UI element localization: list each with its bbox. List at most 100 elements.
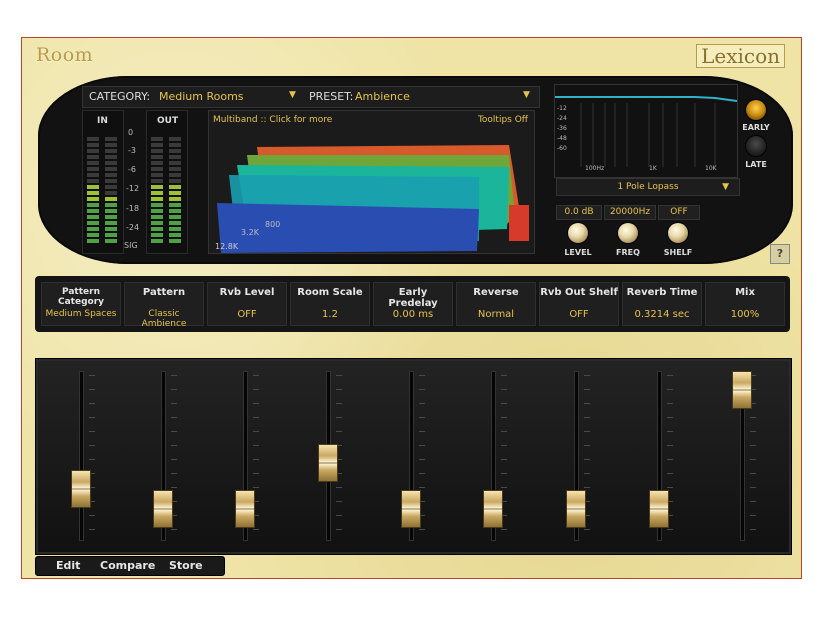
filter-type-value: 1 Pole Lopass [617, 182, 679, 192]
level-label: LEVEL [564, 248, 592, 257]
slider-tick [171, 487, 177, 488]
slider-tick [584, 487, 590, 488]
early-button[interactable] [746, 100, 766, 120]
slider-tick [667, 487, 673, 488]
slider-tick [253, 389, 259, 390]
late-button[interactable] [746, 136, 766, 156]
slider-tick [501, 403, 507, 404]
slider-tick [253, 459, 259, 460]
output-meter-right-bar [169, 137, 181, 245]
slider-tick [750, 473, 756, 474]
slider-tick [501, 445, 507, 446]
slider-tick [89, 515, 95, 516]
filter-dropdown-icon[interactable]: ▼ [722, 179, 729, 195]
slider-tick [501, 529, 507, 530]
slider-tick [584, 403, 590, 404]
param-value: 0.3214 sec [634, 309, 690, 320]
tooltips-toggle[interactable]: Tooltips Off [478, 115, 528, 125]
slider-tick [253, 431, 259, 432]
store-button[interactable]: Store [169, 559, 203, 572]
category-dropdown-icon[interactable]: ▼ [289, 90, 296, 100]
slider-tick [750, 459, 756, 460]
slider-tick [253, 529, 259, 530]
eq-db-48: -48 [557, 135, 567, 142]
slider-tick [667, 403, 673, 404]
slider-tick [336, 375, 342, 376]
slider-handle[interactable] [235, 489, 255, 528]
level-knob[interactable] [568, 223, 588, 243]
param-rvb-out-shelf[interactable]: Rvb Out Shelf OFF [539, 282, 619, 326]
slider-handle[interactable] [71, 470, 91, 508]
slider-tick [89, 431, 95, 432]
param-header: Mix [735, 287, 755, 298]
slider-handle[interactable] [649, 489, 669, 528]
out-label: OUT [157, 116, 179, 126]
help-button[interactable]: ? [770, 244, 790, 264]
freq-knob[interactable] [618, 223, 638, 243]
preset-label: PRESET: [309, 90, 354, 103]
slider-handle[interactable] [566, 489, 586, 528]
slider-tick [419, 459, 425, 460]
param-early-predelay[interactable]: Early Predelay 0.00 ms [373, 282, 453, 326]
param-rvb-level[interactable]: Rvb Level OFF [207, 282, 287, 326]
shelf-value: OFF [658, 205, 700, 220]
param-value: Classic Ambience [141, 309, 187, 329]
slider-handle[interactable] [318, 443, 338, 482]
edit-button[interactable]: Edit [56, 559, 80, 572]
param-pattern-category[interactable]: Pattern Category Medium Spaces [41, 282, 121, 326]
slider-tick [253, 375, 259, 376]
slider-tick [501, 389, 507, 390]
param-value: 1.2 [322, 309, 338, 320]
preset-dropdown-icon[interactable]: ▼ [523, 90, 530, 100]
late-label: LATE [745, 160, 767, 169]
param-pattern[interactable]: Pattern Classic Ambience [124, 282, 204, 329]
param-reverb-time[interactable]: Reverb Time 0.3214 sec [622, 282, 702, 326]
category-select[interactable]: Medium Rooms [159, 90, 244, 103]
axis-3-2k: 3.2K [241, 228, 259, 237]
eq-freq-100hz: 100Hz [585, 165, 605, 172]
slider-tick [419, 403, 425, 404]
multiband-display[interactable]: Multiband :: Click for more Tooltips Off… [208, 110, 535, 254]
slider-tick [419, 431, 425, 432]
early-label: EARLY [742, 123, 770, 132]
slider-tick [89, 403, 95, 404]
slider-tick [171, 445, 177, 446]
slider-tick [501, 417, 507, 418]
slider-tick [584, 459, 590, 460]
slider-handle[interactable] [732, 371, 752, 409]
slider-tick [336, 529, 342, 530]
slider-tick [750, 529, 756, 530]
slider-tick [253, 473, 259, 474]
slider-handle[interactable] [153, 489, 173, 528]
slider-tick [171, 473, 177, 474]
slider-tick [89, 459, 95, 460]
meter-scale-12: -12 [126, 184, 140, 193]
param-room-scale[interactable]: Room Scale 1.2 [290, 282, 370, 326]
param-header: Rvb Out Shelf [540, 287, 618, 298]
slider-tick [501, 375, 507, 376]
slider-tick [501, 459, 507, 460]
slider-track[interactable] [79, 371, 84, 541]
slider-handle[interactable] [401, 489, 421, 528]
multiband-link[interactable]: Multiband :: Click for more [213, 115, 332, 125]
eq-curve-display: -12 -24 -36 -48 -60 100Hz 1K 10K [554, 84, 738, 178]
slider-tick [336, 487, 342, 488]
category-label: CATEGORY: [89, 90, 151, 103]
param-mix[interactable]: Mix 100% [705, 282, 785, 326]
slider-tick [253, 487, 259, 488]
preset-select[interactable]: Ambience [355, 90, 410, 103]
slider-tick [171, 529, 177, 530]
slider-handle[interactable] [483, 489, 503, 528]
eq-db-12: -12 [557, 105, 567, 112]
param-reverse[interactable]: Reverse Normal [456, 282, 536, 326]
room-plugin: Room Lexicon CATEGORY: Medium Rooms ▼ PR… [21, 37, 802, 579]
axis-12-8k: 12.8K [215, 242, 239, 251]
param-header: Early Predelay [388, 287, 438, 309]
compare-button[interactable]: Compare [100, 559, 155, 572]
param-header: Rvb Level [219, 287, 275, 298]
plugin-title: Room [36, 44, 94, 66]
param-header: Pattern Category [57, 287, 104, 307]
shelf-knob[interactable] [668, 223, 688, 243]
slider-tick [171, 459, 177, 460]
filter-type-select[interactable]: 1 Pole Lopass ▼ [556, 178, 740, 196]
